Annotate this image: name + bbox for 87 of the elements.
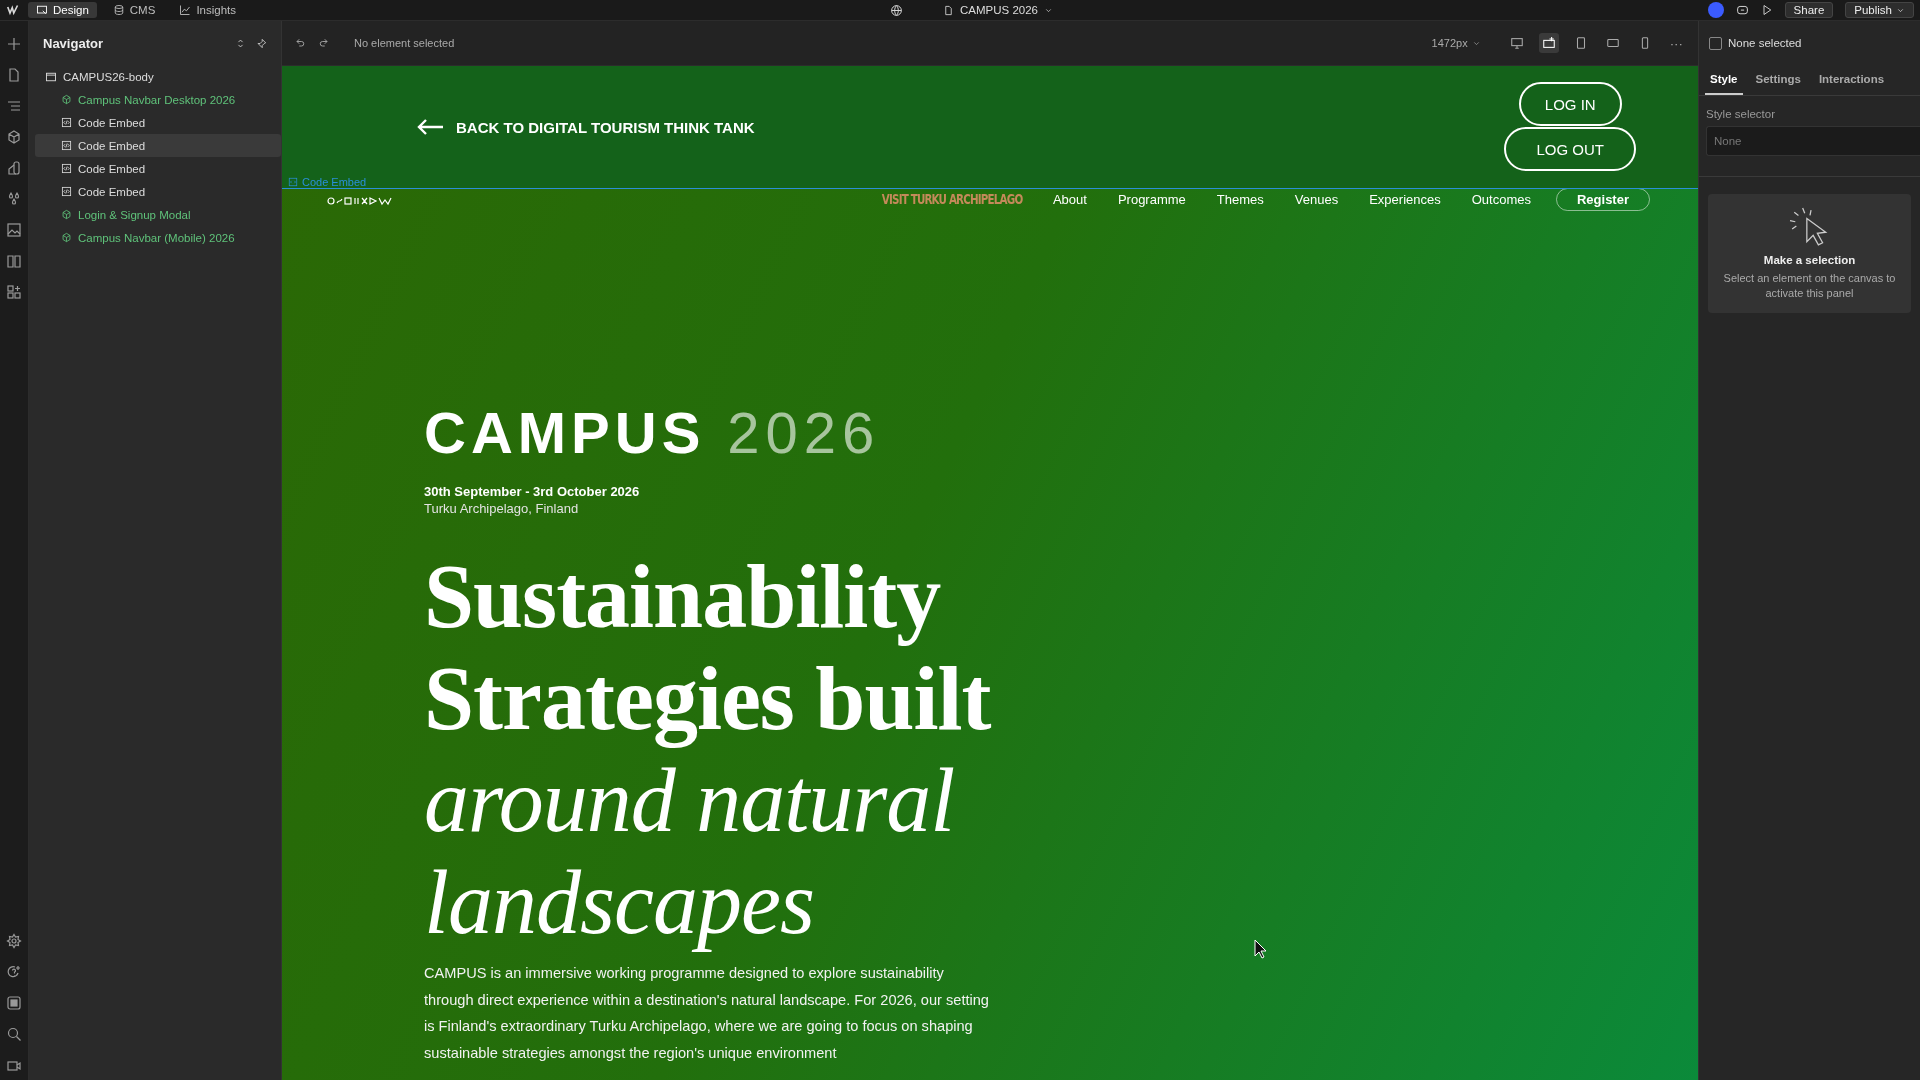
navigator-item[interactable]: Code Embed	[29, 157, 281, 180]
page-icon	[943, 4, 954, 16]
cube-icon	[61, 232, 72, 243]
cube-icon[interactable]	[6, 129, 22, 145]
checkbox[interactable]	[1709, 36, 1722, 50]
event-dates: 30th September - 3rd October 2026	[424, 484, 641, 499]
square-icon[interactable]	[6, 995, 22, 1011]
publish-button[interactable]: Publish	[1845, 2, 1914, 18]
share-button[interactable]: Share	[1784, 2, 1834, 18]
navigator-item[interactable]: Campus Navbar (Mobile) 2026	[29, 226, 281, 249]
event-location: Turku Archipelago, Finland	[424, 501, 580, 516]
intro-paragraph: CAMPUS is an immersive working programme designed to explore sustainability through direct experience within a destination's natural landscape. For 2026, our setting is Finland's extraordinary Turku Archipelago, where we are going to focus on shaping sustainable strategies amongst the region's unique environment	[424, 964, 990, 1063]
user-avatar[interactable]	[1707, 2, 1724, 18]
panel-tab[interactable]: Settings	[1750, 65, 1806, 95]
panel-tab[interactable]: Interactions	[1813, 65, 1890, 95]
search-icon[interactable]	[6, 1026, 22, 1042]
page-body-icon	[45, 70, 57, 83]
navigator-icon[interactable]	[6, 98, 22, 114]
design-icon	[36, 4, 48, 16]
navigator-item[interactable]: Code Embed	[29, 111, 281, 134]
breakpoint-button[interactable]	[1538, 33, 1559, 53]
back-link[interactable]: BACK TO DIGITAL TOURISM THINK TANK	[416, 118, 1505, 136]
page-icon[interactable]	[6, 67, 22, 83]
database-icon	[112, 4, 125, 16]
headline-line: Strategies built	[424, 648, 991, 750]
base-device-icon	[1541, 36, 1556, 50]
navigator-item[interactable]: Login & Signup Modal	[29, 203, 281, 226]
mode-tab[interactable]: Insights	[171, 2, 244, 18]
panel-title: Navigator	[43, 35, 104, 51]
navigator-item[interactable]: Code Embed	[29, 180, 281, 203]
headline-line: landscapes	[424, 852, 814, 954]
selection-label: None selected	[1728, 37, 1802, 49]
event-title: CAMPUS	[424, 404, 706, 462]
apps-icon[interactable]	[6, 284, 22, 300]
globe-icon	[890, 3, 903, 17]
play-icon	[1760, 4, 1773, 16]
code-embed-icon	[288, 177, 298, 187]
cube-icon	[61, 94, 72, 105]
nav-link[interactable]: About	[1052, 191, 1087, 207]
pin-icon	[256, 37, 267, 49]
image-icon[interactable]	[6, 222, 22, 238]
comment-icon	[1735, 3, 1749, 17]
style-selector-field[interactable]: None	[1706, 126, 1920, 156]
arrow-left-icon	[416, 118, 444, 136]
code-embed-icon	[61, 117, 72, 128]
landscape-device-icon	[1605, 36, 1620, 50]
redo-icon	[318, 37, 330, 49]
event-year: 2026	[727, 404, 881, 462]
selection-status: No element selected	[354, 37, 456, 49]
mode-tab[interactable]: Design	[28, 2, 97, 18]
code-embed-icon	[61, 140, 72, 151]
logout-button[interactable]: LOG OUT	[1504, 127, 1636, 171]
headline-line: Sustainability	[424, 546, 941, 648]
webflow-logo-icon	[6, 4, 20, 16]
empty-state-text: Select an element on the canvas to activate this panel	[1722, 271, 1897, 301]
more-button[interactable]: ···	[1666, 32, 1686, 54]
nav-link[interactable]: Outcomes	[1471, 191, 1531, 207]
field-label: Style selector	[1705, 107, 1777, 122]
mode-tab[interactable]: CMS	[104, 2, 164, 18]
breakpoint-selector[interactable]: 1472px	[1431, 37, 1481, 49]
login-button[interactable]: LOG IN	[1518, 82, 1622, 126]
drops-icon[interactable]	[6, 191, 22, 207]
nav-link[interactable]: Programme	[1117, 191, 1186, 207]
settings-icon[interactable]	[6, 933, 22, 949]
headline-line: around natural	[424, 750, 955, 852]
desktop-device-icon	[1509, 36, 1524, 50]
chart-icon	[179, 4, 192, 16]
element-label: Code Embed	[288, 176, 367, 188]
book-icon[interactable]	[6, 253, 22, 269]
swatch-icon[interactable]	[6, 160, 22, 176]
cube-icon	[61, 209, 72, 220]
add-icon[interactable]	[6, 36, 22, 52]
nav-link[interactable]: Venues	[1294, 191, 1339, 207]
expand-collapse-icon	[235, 37, 246, 49]
code-embed-icon	[61, 163, 72, 174]
empty-state-title: Make a selection	[1763, 254, 1856, 266]
navigator-item[interactable]: CAMPUS26-body	[29, 65, 281, 88]
code-embed-icon	[61, 186, 72, 197]
help-icon[interactable]	[6, 964, 22, 980]
page-selector[interactable]: CAMPUS 2026	[943, 4, 1053, 16]
navigator-item[interactable]: Campus Navbar Desktop 2026	[29, 88, 281, 111]
navigator-item[interactable]: Code Embed	[35, 134, 281, 157]
nav-link[interactable]: Experiences	[1369, 191, 1441, 207]
mouse-cursor-icon	[1254, 939, 1268, 959]
panel-tab[interactable]: Style	[1705, 65, 1743, 95]
nav-link[interactable]: Themes	[1216, 191, 1264, 207]
undo-icon	[294, 37, 306, 49]
